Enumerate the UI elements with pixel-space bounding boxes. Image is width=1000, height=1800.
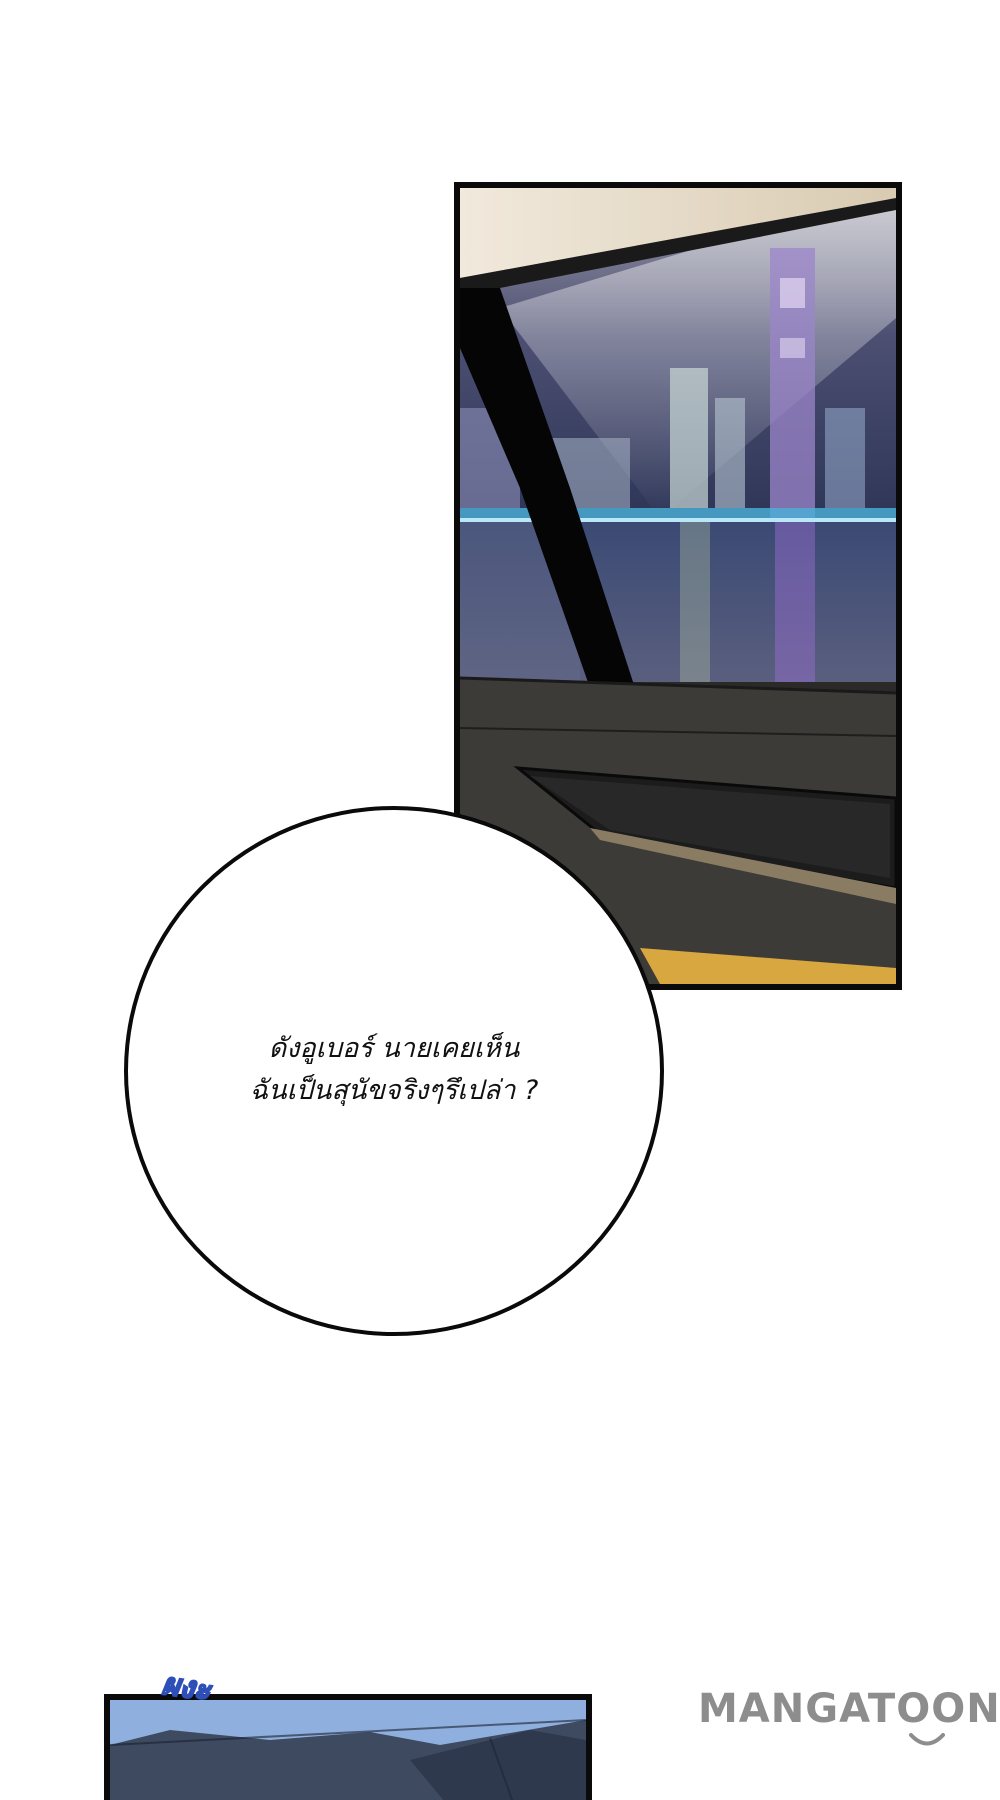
bottom-panel-illustration <box>110 1700 586 1800</box>
comic-page: ดังอูเบอร์ นายเคยเห็น ฉันเป็นสุนัขจริงๆร… <box>0 0 1000 1800</box>
watermark-logo-text: MANGATOON <box>698 1686 1000 1732</box>
speech-line-2: ฉันเป็นสุนัขจริงๆรึเปล่า ? <box>249 1075 539 1106</box>
sound-effect-text: ผงะ <box>159 1666 214 1709</box>
speech-bubble: ดังอูเบอร์ นายเคยเห็น ฉันเป็นสุนัขจริงๆร… <box>124 806 664 1336</box>
speech-bubble-text: ดังอูเบอร์ นายเคยเห็น ฉันเป็นสุนัขจริงๆร… <box>128 1028 660 1112</box>
smile-icon <box>909 1733 945 1746</box>
speech-line-1: ดังอูเบอร์ นายเคยเห็น <box>268 1033 520 1064</box>
mangatoon-watermark: MANGATOON <box>698 1686 1000 1756</box>
